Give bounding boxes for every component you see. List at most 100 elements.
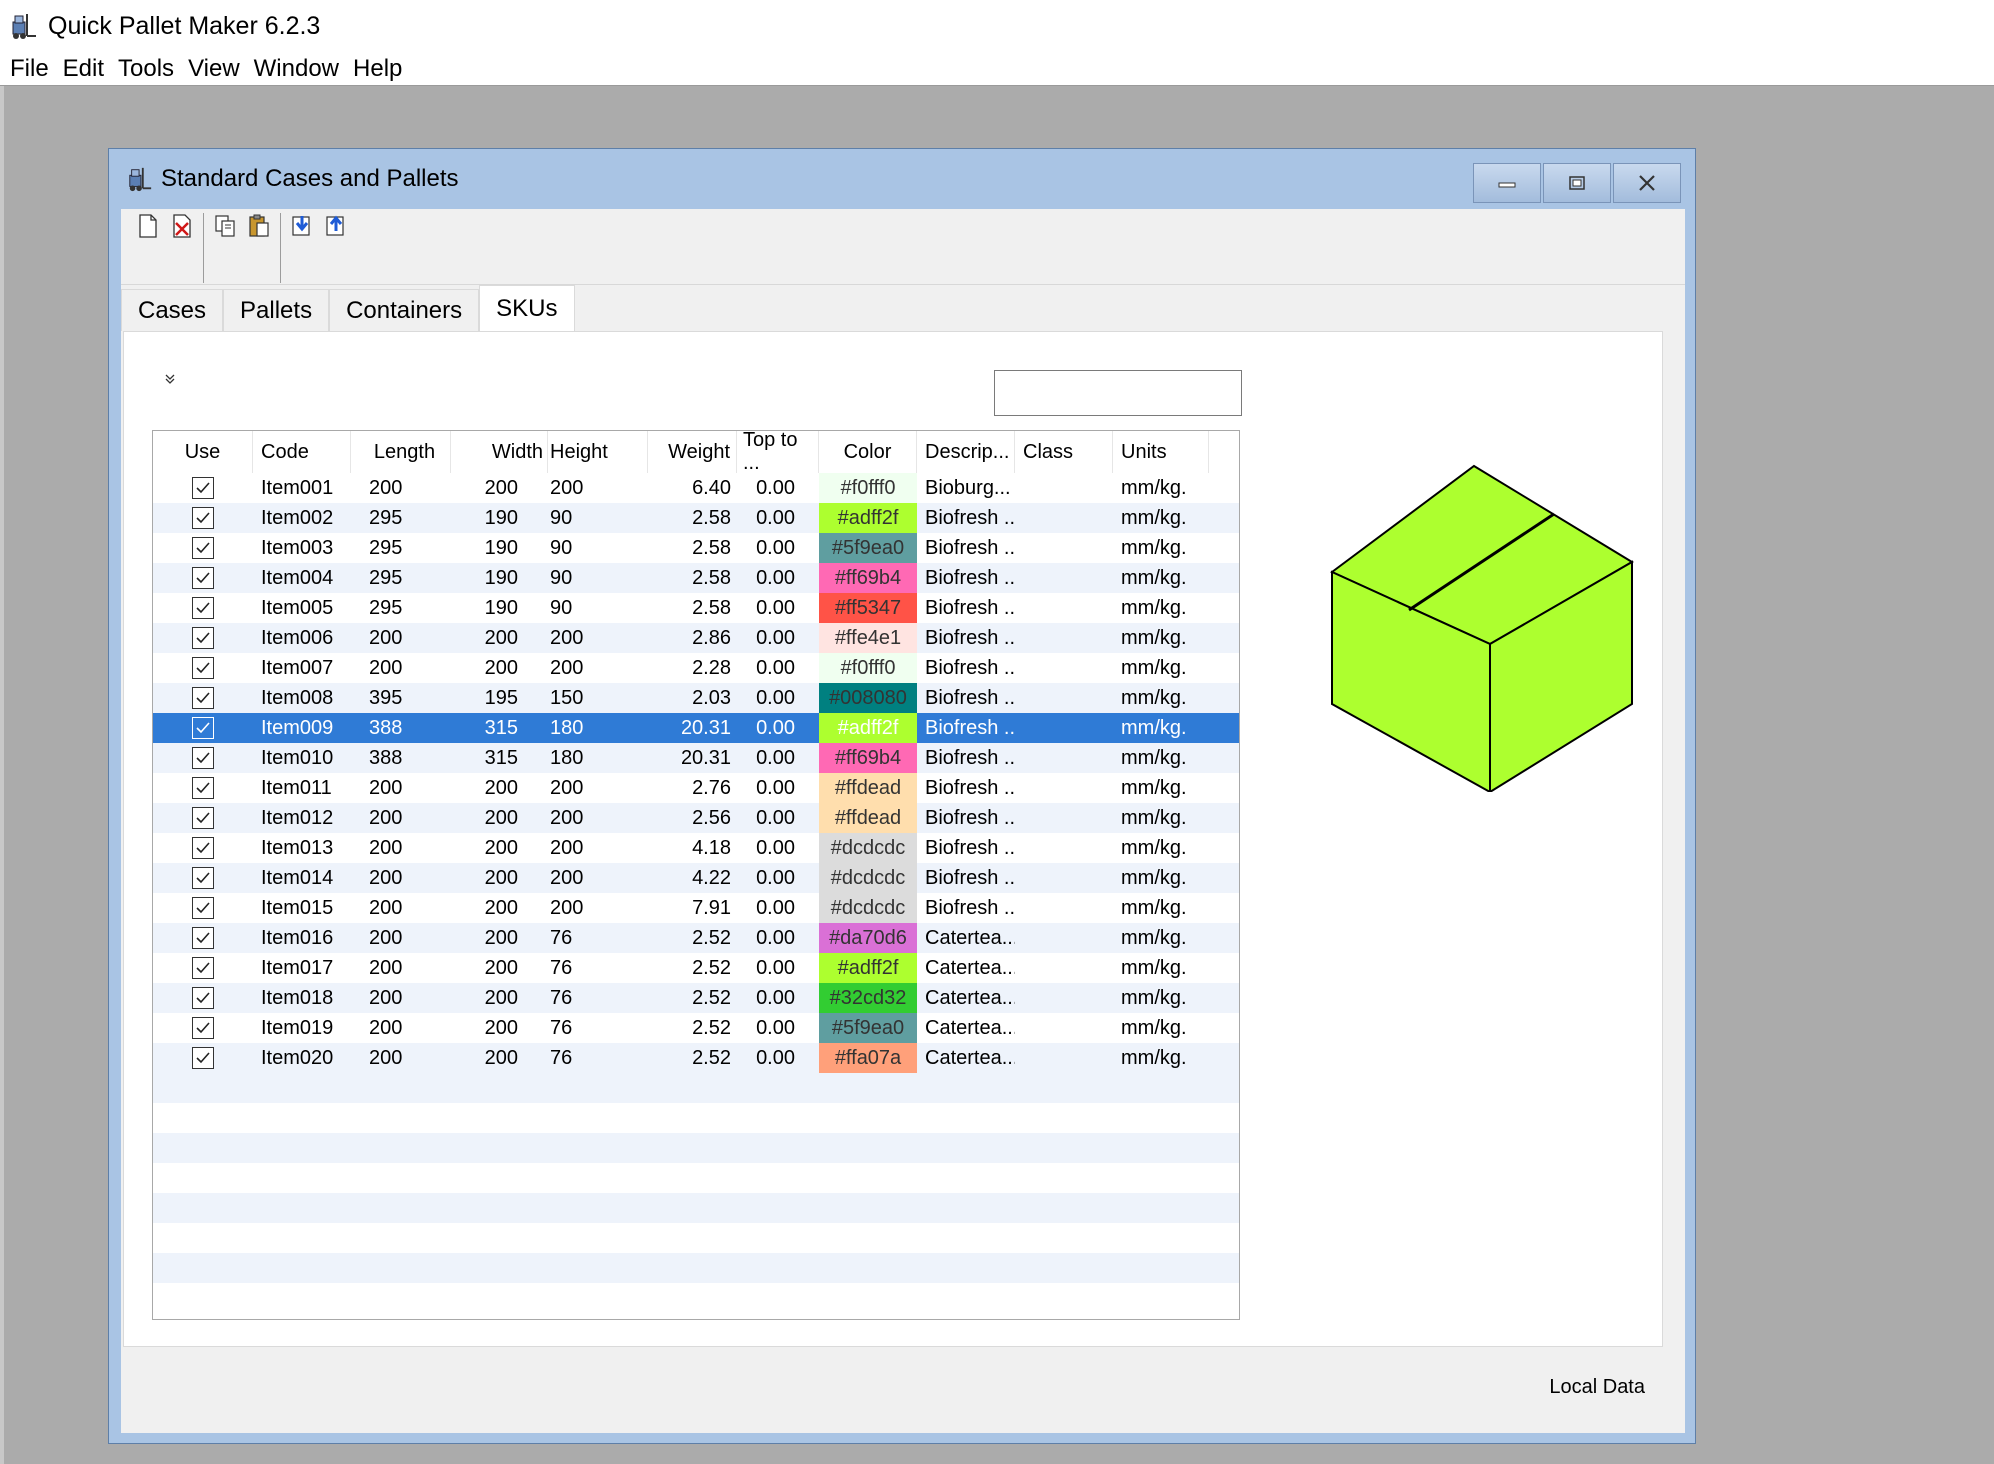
new-document-icon[interactable] bbox=[135, 213, 161, 239]
cell-class bbox=[1015, 833, 1113, 863]
cell-width: 315 bbox=[484, 716, 518, 739]
use-checkbox[interactable] bbox=[192, 507, 214, 529]
tab-containers[interactable]: Containers bbox=[329, 289, 480, 331]
col-code[interactable]: Code bbox=[253, 431, 351, 473]
use-checkbox[interactable] bbox=[192, 687, 214, 709]
table-row[interactable]: Item010 388 315 180 20.31 0.00 #ff69b4 Biofresh… bbox=[153, 743, 1239, 773]
col-description[interactable]: Descrip... bbox=[917, 431, 1015, 473]
table-row[interactable]: Item012 200 200 200 2.56 0.00 #ffdead Biofresh … bbox=[153, 803, 1239, 833]
maximize-button[interactable] bbox=[1543, 163, 1611, 203]
col-length[interactable]: Length bbox=[351, 431, 451, 473]
cell-length: 200 bbox=[369, 1016, 403, 1039]
menu-edit[interactable]: Edit bbox=[63, 55, 104, 83]
use-checkbox[interactable] bbox=[192, 567, 214, 589]
table-row[interactable]: Item008 395 195 150 2.03 0.00 #008080 Biofresh … bbox=[153, 683, 1239, 713]
close-button[interactable] bbox=[1613, 163, 1681, 203]
cell-code: Item004 bbox=[261, 566, 334, 589]
cell-desc: Bioburg... bbox=[925, 476, 1011, 499]
use-checkbox[interactable] bbox=[192, 957, 214, 979]
cell-height: 76 bbox=[550, 956, 573, 979]
checkmark-icon bbox=[196, 962, 210, 974]
table-row[interactable]: Item016 200 200 76 2.52 0.00 #da70d6 Catertea..… bbox=[153, 923, 1239, 953]
paste-icon[interactable] bbox=[246, 213, 272, 239]
tab-cases[interactable]: Cases bbox=[121, 289, 224, 331]
delete-icon[interactable] bbox=[169, 213, 195, 239]
app-titlebar: Quick Pallet Maker 6.2.3 bbox=[0, 0, 1994, 52]
col-top-to[interactable]: Top to ... bbox=[737, 431, 819, 474]
col-use[interactable]: Use bbox=[153, 431, 253, 473]
import-icon[interactable] bbox=[289, 213, 315, 239]
menu-view[interactable]: View bbox=[188, 55, 240, 83]
use-checkbox[interactable] bbox=[192, 657, 214, 679]
tab-skus[interactable]: SKUs bbox=[479, 285, 575, 331]
cell-height: 76 bbox=[550, 926, 573, 949]
use-checkbox[interactable] bbox=[192, 777, 214, 799]
table-row[interactable]: Item019 200 200 76 2.52 0.00 #5f9ea0 Catertea..… bbox=[153, 1013, 1239, 1043]
cell-color: #ff5347 bbox=[819, 593, 917, 623]
col-width[interactable]: Width bbox=[451, 431, 548, 473]
checkmark-icon bbox=[196, 602, 210, 614]
col-units[interactable]: Units bbox=[1113, 431, 1209, 473]
table-row[interactable]: Item009 388 315 180 20.31 0.00 #adff2f Biofresh… bbox=[153, 713, 1239, 743]
use-checkbox[interactable] bbox=[192, 627, 214, 649]
table-row[interactable]: Item006 200 200 200 2.86 0.00 #ffe4e1 Biofresh … bbox=[153, 623, 1239, 653]
cell-code: Item001 bbox=[261, 476, 334, 499]
search-input[interactable] bbox=[994, 370, 1242, 416]
table-row[interactable]: Item015 200 200 200 7.91 0.00 #dcdcdc Biofresh … bbox=[153, 893, 1239, 923]
menu-window[interactable]: Window bbox=[254, 55, 339, 83]
grid-body: Item001 200 200 200 6.40 0.00 #f0fff0 Bioburg..… bbox=[153, 473, 1239, 1313]
col-weight[interactable]: Weight bbox=[648, 431, 737, 473]
use-checkbox[interactable] bbox=[192, 807, 214, 829]
table-row[interactable]: Item020 200 200 76 2.52 0.00 #ffa07a Catertea..… bbox=[153, 1043, 1239, 1073]
use-checkbox[interactable] bbox=[192, 477, 214, 499]
cell-height: 180 bbox=[550, 746, 584, 769]
menu-help[interactable]: Help bbox=[353, 55, 402, 83]
use-cell bbox=[153, 983, 253, 1013]
table-row[interactable]: Item002 295 190 90 2.58 0.00 #adff2f Biofresh .… bbox=[153, 503, 1239, 533]
cell-length: 295 bbox=[369, 506, 403, 529]
cell-width: 200 bbox=[484, 626, 518, 649]
table-row[interactable]: Item007 200 200 200 2.28 0.00 #f0fff0 Biofresh … bbox=[153, 653, 1239, 683]
toolbar-group-clipboard bbox=[204, 213, 281, 283]
table-row[interactable]: Item013 200 200 200 4.18 0.00 #dcdcdc Biofresh … bbox=[153, 833, 1239, 863]
cell-length: 200 bbox=[369, 1046, 403, 1069]
use-checkbox[interactable] bbox=[192, 537, 214, 559]
table-row[interactable]: Item014 200 200 200 4.22 0.00 #dcdcdc Biofresh … bbox=[153, 863, 1239, 893]
use-checkbox[interactable] bbox=[192, 897, 214, 919]
use-checkbox[interactable] bbox=[192, 837, 214, 859]
use-checkbox[interactable] bbox=[192, 927, 214, 949]
expand-chevron-icon[interactable] bbox=[164, 372, 176, 388]
cell-width: 190 bbox=[484, 506, 518, 529]
cell-weight: 4.22 bbox=[692, 866, 731, 889]
table-row[interactable]: Item004 295 190 90 2.58 0.00 #ff69b4 Biofresh .… bbox=[153, 563, 1239, 593]
minimize-button[interactable] bbox=[1473, 163, 1541, 203]
col-height[interactable]: Height bbox=[548, 431, 648, 473]
menu-tools[interactable]: Tools bbox=[118, 55, 174, 83]
use-checkbox[interactable] bbox=[192, 747, 214, 769]
use-checkbox[interactable] bbox=[192, 597, 214, 619]
table-row[interactable]: Item011 200 200 200 2.76 0.00 #ffdead Biofresh … bbox=[153, 773, 1239, 803]
cell-top: 0.00 bbox=[756, 656, 795, 679]
table-row[interactable]: Item003 295 190 90 2.58 0.00 #5f9ea0 Biofresh .… bbox=[153, 533, 1239, 563]
copy-icon[interactable] bbox=[212, 213, 238, 239]
col-class[interactable]: Class bbox=[1015, 431, 1113, 473]
export-icon[interactable] bbox=[323, 213, 349, 239]
col-color[interactable]: Color bbox=[819, 431, 917, 473]
use-checkbox[interactable] bbox=[192, 1047, 214, 1069]
use-checkbox[interactable] bbox=[192, 1017, 214, 1039]
tab-pallets[interactable]: Pallets bbox=[223, 289, 330, 331]
table-row[interactable]: Item018 200 200 76 2.52 0.00 #32cd32 Catertea..… bbox=[153, 983, 1239, 1013]
cell-top: 0.00 bbox=[756, 836, 795, 859]
cell-code: Item006 bbox=[261, 626, 334, 649]
cell-height: 76 bbox=[550, 986, 573, 1009]
use-checkbox[interactable] bbox=[192, 987, 214, 1009]
use-checkbox[interactable] bbox=[192, 717, 214, 739]
use-checkbox[interactable] bbox=[192, 867, 214, 889]
cell-length: 388 bbox=[369, 746, 403, 769]
table-row[interactable]: Item017 200 200 76 2.52 0.00 #adff2f Catertea..… bbox=[153, 953, 1239, 983]
cell-desc: Biofresh ... bbox=[925, 866, 1015, 889]
table-row[interactable]: Item001 200 200 200 6.40 0.00 #f0fff0 Bioburg..… bbox=[153, 473, 1239, 503]
use-cell bbox=[153, 743, 253, 773]
menu-file[interactable]: File bbox=[10, 55, 49, 83]
table-row[interactable]: Item005 295 190 90 2.58 0.00 #ff5347 Biofresh .… bbox=[153, 593, 1239, 623]
